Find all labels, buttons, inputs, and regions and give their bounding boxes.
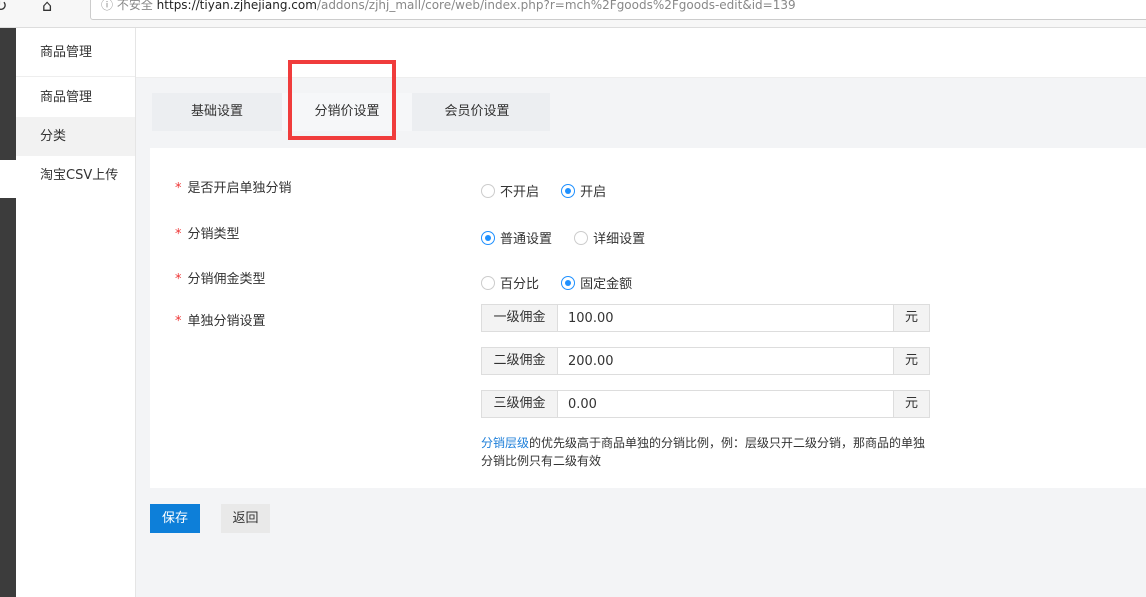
- level2-commission-input[interactable]: [558, 348, 893, 374]
- sidebar-item-goods[interactable]: 商品管理: [16, 78, 135, 117]
- tab-basic[interactable]: 基础设置: [152, 93, 282, 131]
- radio-enable[interactable]: 开启: [561, 181, 606, 200]
- commission-radio-group: 百分比 固定金额: [481, 273, 650, 294]
- label-independent: * 是否开启单独分销: [175, 181, 292, 196]
- radio-normal[interactable]: 普通设置: [481, 228, 552, 247]
- info-icon: ⓘ: [101, 0, 117, 12]
- sidebar: 商品管理 商品管理 分类 淘宝CSV上传: [16, 28, 136, 597]
- browser-toolbar: ↻ ⌂ ⓘ 不安全 https://tiyan.zjhejiang.com/ad…: [0, 0, 1146, 28]
- distribution-level-link[interactable]: 分销层级: [481, 436, 529, 450]
- label-settings: * 单独分销设置: [175, 314, 266, 329]
- radio-percent[interactable]: 百分比: [481, 273, 539, 292]
- level3-commission-input[interactable]: [558, 391, 893, 417]
- tab-member-price[interactable]: 会员价设置: [412, 93, 542, 131]
- strip-gap: [0, 160, 16, 198]
- level1-commission-input[interactable]: [558, 305, 893, 331]
- address-bar[interactable]: ⓘ 不安全 https://tiyan.zjhejiang.com/addons…: [90, 0, 1146, 20]
- radio-detailed[interactable]: 详细设置: [574, 228, 645, 247]
- level2-commission-group: 二级佣金 元: [481, 347, 930, 375]
- reload-icon[interactable]: ↻: [0, 0, 7, 15]
- highlight-box: [288, 60, 396, 140]
- type-radio-group: 普通设置 详细设置: [481, 228, 663, 249]
- left-dark-strip: [0, 28, 16, 597]
- radio-disable[interactable]: 不开启: [481, 181, 539, 200]
- level1-commission-group: 一级佣金 元: [481, 304, 930, 332]
- sidebar-item-taobao-csv[interactable]: 淘宝CSV上传: [16, 156, 135, 195]
- hint-text: 分销层级的优先级高于商品单独的分销比例，例：层级只开二级分销，那商品的单独分销比…: [481, 436, 926, 468]
- sidebar-item-category[interactable]: 分类: [16, 117, 135, 156]
- radio-fixed[interactable]: 固定金额: [561, 273, 632, 292]
- level3-commission-group: 三级佣金 元: [481, 390, 930, 418]
- back-button[interactable]: 返回: [221, 504, 270, 533]
- security-label: 不安全: [116, 0, 153, 12]
- label-type: * 分销类型: [175, 227, 240, 242]
- url-host: https://tiyan.zjhejiang.com: [156, 0, 317, 12]
- sidebar-title: 商品管理: [16, 28, 135, 77]
- independent-radio-group: 不开启 开启: [481, 181, 624, 202]
- save-button[interactable]: 保存: [150, 504, 200, 533]
- home-icon[interactable]: ⌂: [42, 0, 52, 15]
- url-path: /addons/zjhj_mall/core/web/index.php?r=m…: [316, 0, 796, 12]
- label-commission-type: * 分销佣金类型: [175, 272, 266, 287]
